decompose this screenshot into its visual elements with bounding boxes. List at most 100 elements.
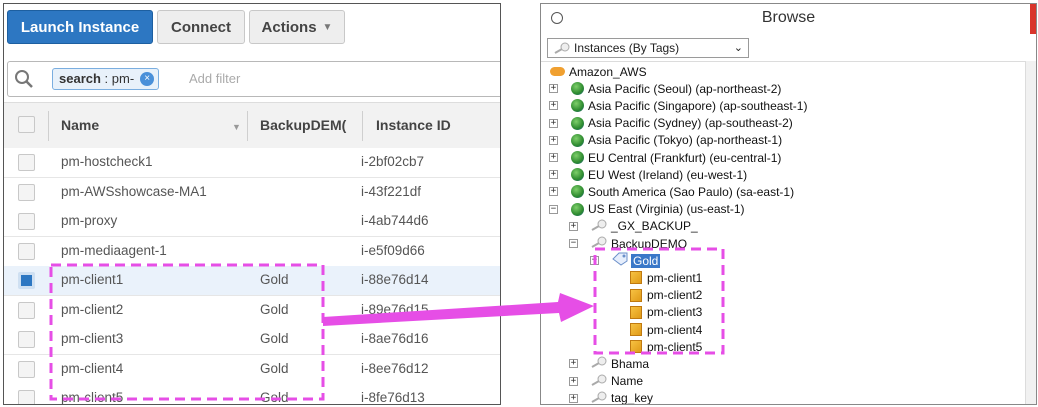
tree-instance[interactable]: pm-client4: [630, 321, 702, 338]
table-row[interactable]: pm-client5 Gold i-8fe76d13: [4, 384, 500, 405]
tree-node-label: Asia Pacific (Singapore) (ap-southeast-1…: [588, 98, 808, 113]
row-checkbox[interactable]: [18, 154, 35, 171]
connect-button[interactable]: Connect: [157, 10, 245, 44]
row-checkbox[interactable]: [18, 242, 35, 260]
tree-instance[interactable]: pm-client5: [630, 338, 702, 355]
actions-button-label: Actions: [261, 18, 317, 36]
browse-window: Browse Instances (By Tags) ⌄ Amazon_AWS +…: [540, 3, 1037, 405]
tree-tag-value[interactable]: − Gold: [590, 252, 661, 269]
row-checkbox[interactable]: [18, 390, 35, 404]
row-checkbox[interactable]: [18, 183, 35, 201]
remove-filter-icon[interactable]: ×: [140, 72, 155, 86]
tree-node-label: Asia Pacific (Seoul) (ap-northeast-2): [588, 81, 782, 96]
table-row[interactable]: pm-client3 Gold i-8ae76d16: [4, 325, 500, 355]
table-row[interactable]: pm-AWSshowcase-MA1 i-43f221df: [4, 177, 500, 208]
table-row[interactable]: pm-client2 Gold i-89e76d15: [4, 295, 500, 326]
instance-icon: [630, 271, 642, 285]
tree-region[interactable]: + EU West (Ireland) (eu-west-1): [549, 166, 748, 183]
tree-tag-key[interactable]: + Name: [569, 373, 644, 390]
tree-region[interactable]: + Asia Pacific (Tokyo) (ap-northeast-1): [549, 132, 783, 149]
instance-icon: [630, 340, 642, 354]
tree-instance[interactable]: pm-client3: [630, 304, 702, 321]
tree-region[interactable]: + Asia Pacific (Sydney) (ap-southeast-2): [549, 115, 793, 132]
globe-icon: [571, 133, 584, 147]
column-header-backupdemo[interactable]: BackupDEM(: [260, 117, 346, 133]
expand-icon[interactable]: +: [549, 187, 558, 197]
add-filter-placeholder[interactable]: Add filter: [189, 71, 240, 86]
globe-icon: [571, 82, 584, 96]
expand-icon[interactable]: +: [549, 153, 558, 162]
tree-node-label: _GX_BACKUP_: [611, 219, 698, 234]
expand-icon[interactable]: +: [569, 393, 578, 403]
row-checkbox[interactable]: [18, 331, 35, 348]
filter-search-bar[interactable]: search : pm- × Add filter: [7, 61, 500, 97]
row-checkbox[interactable]: [18, 272, 35, 289]
tree-root[interactable]: Amazon_AWS: [550, 63, 647, 80]
tree-tag-key[interactable]: − BackupDEMO: [569, 235, 687, 252]
cell-backupdemo: Gold: [260, 301, 289, 317]
cell-instance-id: i-e5f09d66: [361, 242, 425, 258]
table-row[interactable]: pm-mediaagent-1 i-e5f09d66: [4, 236, 500, 267]
actions-button[interactable]: Actions ▼: [249, 10, 345, 44]
collapse-icon[interactable]: −: [590, 256, 599, 266]
tree-node-label: Bhama: [611, 356, 650, 371]
expand-icon[interactable]: +: [569, 359, 578, 369]
tree-tag-key[interactable]: + _GX_BACKUP_: [569, 218, 698, 235]
column-header-name[interactable]: Name: [61, 117, 99, 133]
chevron-down-icon[interactable]: ⌄: [734, 39, 743, 57]
cell-instance-id: i-8ae76d16: [361, 331, 429, 346]
tree-region[interactable]: + Asia Pacific (Seoul) (ap-northeast-2): [549, 80, 782, 97]
cell-backupdemo: Gold: [260, 390, 289, 405]
title-bar: Browse: [541, 4, 1036, 34]
tree-instance[interactable]: pm-client1: [630, 269, 702, 286]
vertical-scrollbar[interactable]: [1025, 61, 1036, 404]
cell-instance-id: i-88e76d14: [361, 272, 429, 287]
column-divider: [362, 111, 363, 141]
tree-instance[interactable]: pm-client2: [630, 287, 702, 304]
view-select[interactable]: Instances (By Tags) ⌄: [547, 38, 749, 58]
tree-node-label: pm-client3: [647, 305, 703, 320]
globe-icon: [571, 168, 584, 182]
table-row[interactable]: pm-proxy i-4ab744d6: [4, 207, 500, 237]
expand-icon[interactable]: +: [549, 84, 558, 94]
tree-node-label: pm-client2: [647, 288, 703, 303]
expand-icon[interactable]: +: [569, 376, 578, 386]
column-header-instance-id[interactable]: Instance ID: [376, 117, 451, 133]
tree-region[interactable]: + EU Central (Frankfurt) (eu-central-1): [549, 149, 781, 166]
expand-icon[interactable]: +: [549, 170, 558, 180]
launch-instance-button[interactable]: Launch Instance: [7, 10, 153, 44]
tree-node-label: tag_key: [611, 391, 654, 405]
tree-region[interactable]: + South America (Sao Paulo) (sa-east-1): [549, 183, 795, 200]
ec2-console-panel: Launch Instance Connect Actions ▼ search…: [3, 3, 501, 405]
tree-node-label: US East (Virginia) (us-east-1): [588, 202, 745, 217]
expand-icon[interactable]: +: [549, 118, 558, 128]
tree-node-label: Name: [611, 374, 644, 389]
tree-tag-key[interactable]: + Bhama: [569, 355, 650, 372]
close-button[interactable]: [1030, 4, 1036, 34]
tree-node-label: South America (Sao Paulo) (sa-east-1): [588, 184, 795, 199]
tree-region[interactable]: − US East (Virginia) (us-east-1): [549, 201, 745, 218]
expand-icon[interactable]: +: [549, 101, 558, 111]
key-icon: [554, 42, 570, 54]
toolbar: Launch Instance Connect Actions ▼: [4, 4, 500, 50]
filter-token[interactable]: search : pm- ×: [52, 68, 160, 90]
collapse-icon[interactable]: −: [549, 204, 558, 214]
select-all-checkbox[interactable]: [18, 116, 35, 133]
expand-icon[interactable]: +: [549, 135, 558, 145]
tree-tag-key[interactable]: + tag_key: [569, 390, 654, 405]
instance-icon: [630, 305, 642, 319]
filter-token-separator: :: [104, 71, 109, 86]
collapse-icon[interactable]: −: [569, 239, 578, 248]
key-icon: [591, 374, 607, 389]
table-row[interactable]: pm-client1 Gold i-88e76d14: [4, 266, 500, 296]
table-row[interactable]: pm-client4 Gold i-8ee76d12: [4, 354, 500, 385]
row-checkbox[interactable]: [18, 360, 35, 378]
tree-node-label: EU West (Ireland) (eu-west-1): [588, 167, 748, 182]
sort-icon[interactable]: ▼: [232, 122, 241, 132]
row-checkbox[interactable]: [18, 301, 35, 319]
tree-node-label: Asia Pacific (Tokyo) (ap-northeast-1): [588, 133, 783, 148]
tree-region[interactable]: + Asia Pacific (Singapore) (ap-southeast-…: [549, 97, 808, 114]
expand-icon[interactable]: +: [569, 221, 578, 231]
row-checkbox[interactable]: [18, 213, 35, 230]
table-row[interactable]: pm-hostcheck1 i-2bf02cb7: [4, 148, 500, 178]
